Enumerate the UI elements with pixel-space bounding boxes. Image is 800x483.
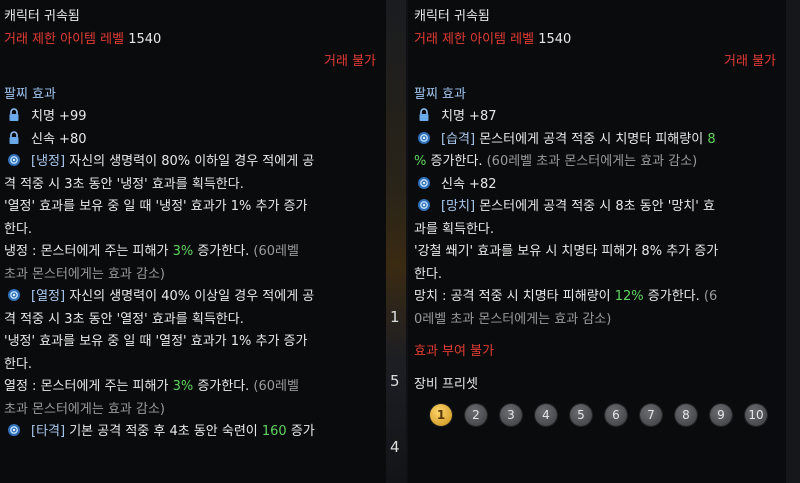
effect-text: '냉정' 효과를 보유 중 일 때 '열정' 효과가 1% 추가 증가	[4, 334, 308, 349]
effect-text: 기본 공격 적중 후 4초 동안 숙련이	[65, 424, 262, 439]
swirl-gem-icon	[8, 154, 20, 166]
effect-tag: [타격]	[31, 424, 66, 439]
swirl-gem-icon	[418, 199, 430, 211]
preset-button-7[interactable]: 7	[640, 404, 662, 426]
effect-note: 초과 몬스터에게는 효과 감소)	[4, 266, 165, 282]
effect-note: (60레벨	[249, 379, 299, 394]
item-level-value: 1540	[538, 31, 572, 47]
preset-button-10[interactable]: 10	[745, 404, 767, 426]
effect-note: (60레벨	[249, 244, 299, 259]
effect-text: 증가	[286, 424, 315, 439]
effect-text-part: 열정 : 몬스터에게 주는 피해가	[4, 379, 173, 394]
effect-text: 몬스터에게 공격 적중 시 8초 동안 '망치' 효	[475, 199, 715, 214]
item-level-label: 거래 제한 아이템 레벨	[414, 31, 535, 47]
stat-text: 신속 +80	[31, 131, 87, 147]
item-tooltip-left: 캐릭터 귀속됨 거래 제한 아이템 레벨 1540 거래 불가 팔찌 효과 치명…	[0, 0, 386, 483]
effect-value: 160	[261, 424, 287, 439]
effect-note: (6	[699, 289, 718, 304]
stat-line: 치명 +99	[4, 106, 386, 129]
effect-line: [습격] 몬스터에게 공격 적중 시 치명타 피해량이 8	[414, 129, 786, 152]
effect-text-part: 증가한다.	[426, 154, 483, 169]
section-title: 팔찌 효과	[414, 86, 466, 102]
stat-line: 신속 +82	[414, 174, 786, 197]
item-tooltip-right: 캐릭터 귀속됨 거래 제한 아이템 레벨 1540 거래 불가 팔찌 효과 치명…	[408, 0, 786, 483]
effect-value: 8	[707, 131, 716, 147]
bg-number: 5	[390, 372, 400, 390]
effect-text-part: 증가한다.	[193, 244, 250, 259]
equipment-preset-buttons: 1 2 3 4 5 6 7 8 9 10	[414, 404, 786, 426]
background-inventory-strip: 1 5 4	[386, 0, 406, 483]
effect-text: % 증가한다. (60레벨 초과 몬스터에게는 효과 감소)	[414, 151, 786, 174]
effect-text-part: 증가한다.	[193, 379, 250, 394]
effect-tag: [냉정]	[31, 154, 66, 169]
lock-icon	[419, 108, 429, 121]
effect-line: [열정] 자신의 생명력이 40% 이상일 경우 적에게 공	[4, 286, 386, 309]
effect-note: 0레벨 초과 몬스터에게는 효과 감소)	[414, 311, 612, 327]
preset-title: 장비 프리셋	[414, 376, 478, 392]
effect-text: '강철 쐐기' 효과를 보유 시 치명타 피해가 8% 추가 증가	[414, 244, 719, 259]
swirl-gem-icon	[8, 289, 20, 301]
preset-button-9[interactable]: 9	[710, 404, 732, 426]
effect-text: 열정 : 몬스터에게 주는 피해가 3% 증가한다. (60레벨	[4, 376, 386, 399]
trade-status: 거래 불가	[324, 54, 376, 69]
lock-icon	[9, 130, 19, 144]
effect-text: 격 적중 시 3초 동안 '냉정' 효과를 획득한다.	[4, 176, 244, 192]
stat-line: 치명 +87	[414, 106, 786, 129]
effect-value: 3%	[172, 379, 194, 394]
effect-line: [냉정] 자신의 생명력이 80% 이하일 경우 적에게 공	[4, 151, 386, 174]
effect-tag: [열정]	[31, 289, 66, 304]
effect-note: (60레벨 초과 몬스터에게는 효과 감소)	[482, 154, 698, 169]
effect-value: 3%	[172, 244, 194, 259]
item-level-value: 1540	[128, 31, 162, 47]
effect-value: 12%	[614, 289, 644, 304]
effect-value: %	[414, 154, 427, 169]
item-level-label: 거래 제한 아이템 레벨	[4, 31, 125, 47]
effect-text: '열정' 효과를 보유 중 일 때 '냉정' 효과가 1% 추가 증가	[4, 199, 308, 214]
effect-tag: [습격]	[441, 131, 476, 147]
preset-button-8[interactable]: 8	[675, 404, 697, 426]
item-level: 거래 제한 아이템 레벨 1540	[414, 29, 786, 52]
preset-button-4[interactable]: 4	[535, 404, 557, 426]
effect-text: 한다.	[414, 266, 443, 282]
preset-button-2[interactable]: 2	[465, 404, 487, 426]
lock-icon	[9, 108, 19, 121]
effect-line: [망치] 몬스터에게 공격 적중 시 8초 동안 '망치' 효	[414, 196, 786, 219]
effect-text: 망치 : 공격 적중 시 치명타 피해량이 12% 증가한다. (6	[414, 286, 786, 309]
bound-status: 캐릭터 귀속됨	[414, 9, 490, 24]
effect-text-part: 증가한다.	[643, 289, 700, 304]
preset-button-3[interactable]: 3	[500, 404, 522, 426]
preset-button-5[interactable]: 5	[570, 404, 592, 426]
effect-text: 한다.	[4, 221, 33, 237]
effect-text: 과를 획득한다.	[414, 221, 495, 237]
effect-text-part: 망치 : 공격 적중 시 치명타 피해량이	[414, 289, 615, 304]
effect-text: 한다.	[4, 356, 33, 372]
preset-button-6[interactable]: 6	[605, 404, 627, 426]
swirl-gem-icon	[418, 176, 430, 189]
effect-tag: [망치]	[441, 199, 476, 214]
bg-number: 4	[390, 438, 400, 456]
bound-status: 캐릭터 귀속됨	[4, 9, 80, 24]
stat-line: 신속 +80	[4, 129, 386, 152]
effect-note: 초과 몬스터에게는 효과 감소)	[4, 401, 165, 417]
effect-line: [타격] 기본 공격 적중 후 4초 동안 숙련이 160 증가	[4, 421, 386, 444]
stat-text: 신속 +82	[441, 176, 497, 192]
stat-text: 치명 +87	[441, 109, 497, 124]
trade-status: 거래 불가	[724, 54, 776, 69]
effect-text: 냉정 : 몬스터에게 주는 피해가 3% 증가한다. (60레벨	[4, 241, 386, 264]
item-level: 거래 제한 아이템 레벨 1540	[4, 29, 386, 52]
effect-text: 격 적중 시 3초 동안 '열정' 효과를 획득한다.	[4, 311, 244, 327]
preset-button-1[interactable]: 1	[430, 404, 452, 426]
bg-number: 1	[390, 308, 400, 326]
effect-text: 자신의 생명력이 40% 이상일 경우 적에게 공	[65, 289, 315, 304]
section-title: 팔찌 효과	[4, 86, 56, 102]
stat-text: 치명 +99	[31, 109, 87, 124]
swirl-gem-icon	[8, 424, 20, 436]
swirl-gem-icon	[418, 131, 430, 144]
effect-text: 몬스터에게 공격 적중 시 치명타 피해량이	[475, 131, 708, 147]
effect-text-part: 냉정 : 몬스터에게 주는 피해가	[4, 244, 173, 259]
no-enchant-status: 효과 부여 불가	[414, 344, 495, 359]
effect-text: 자신의 생명력이 80% 이하일 경우 적에게 공	[65, 154, 315, 169]
